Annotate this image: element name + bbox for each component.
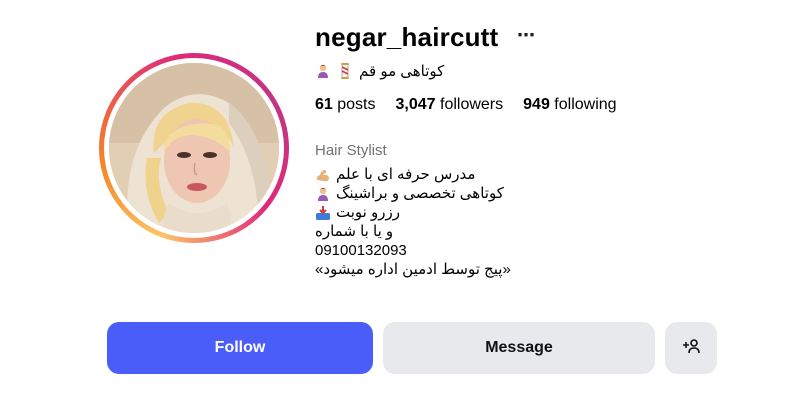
inbox-tray-icon bbox=[315, 205, 331, 221]
profile-stats: 61 posts 3,047 followers 949 following bbox=[315, 96, 617, 114]
bio: مدرس حرفه ای با علم کوتاهی تخصصی و براشی… bbox=[315, 165, 511, 279]
username: negar_haircutt bbox=[315, 22, 499, 52]
add-user-button[interactable] bbox=[665, 322, 717, 374]
bio-line: رزرو نوبت bbox=[315, 203, 511, 222]
full-name-row: کوتاهی مو قم bbox=[315, 62, 465, 80]
following-label: following bbox=[554, 96, 617, 113]
profile-photo bbox=[109, 63, 279, 233]
following-count: 949 bbox=[523, 96, 550, 113]
followers-stat[interactable]: 3,047 followers bbox=[396, 96, 504, 114]
woman-getting-haircut-icon bbox=[315, 63, 331, 79]
posts-stat[interactable]: 61 posts bbox=[315, 96, 376, 114]
full-name: کوتاهی مو قم bbox=[359, 63, 445, 80]
bio-line: «پیج توسط ادمین اداره میشود» bbox=[315, 261, 511, 278]
bio-phone: 09100132093 bbox=[315, 242, 407, 259]
avatar[interactable] bbox=[109, 63, 279, 233]
story-ring[interactable] bbox=[99, 53, 289, 243]
posts-label: posts bbox=[337, 96, 376, 113]
more-options-icon[interactable]: ⋯ bbox=[517, 25, 536, 46]
posts-count: 61 bbox=[315, 96, 333, 113]
message-button[interactable]: Message bbox=[383, 322, 655, 374]
flexed-biceps-icon bbox=[315, 167, 331, 183]
bio-line: و یا با شماره bbox=[315, 223, 394, 240]
bio-line: کوتاهی تخصصی و براشینگ bbox=[315, 184, 511, 203]
avatar-gap bbox=[104, 58, 284, 238]
followers-count: 3,047 bbox=[395, 96, 436, 113]
bio-line: مدرس حرفه ای با علم bbox=[315, 165, 511, 184]
followers-label: followers bbox=[440, 96, 504, 113]
category-label: Hair Stylist bbox=[315, 142, 387, 159]
add-user-icon bbox=[682, 338, 700, 359]
following-stat[interactable]: 949 following bbox=[523, 96, 616, 114]
woman-getting-haircut-icon bbox=[315, 186, 331, 202]
scissors-pole-icon bbox=[337, 63, 353, 79]
follow-button[interactable]: Follow bbox=[107, 322, 373, 374]
